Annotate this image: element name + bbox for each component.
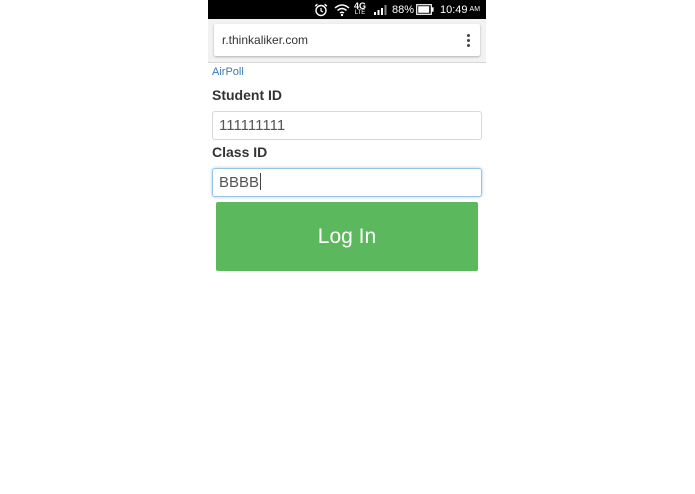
url-text[interactable]: r.thinkaliker.com (222, 24, 308, 56)
time: 10:49 (440, 3, 468, 16)
browser-toolbar: r.thinkaliker.com (208, 19, 486, 63)
signal-icon (373, 0, 389, 19)
url-bar[interactable]: r.thinkaliker.com (214, 24, 480, 56)
network-label: 4G (354, 0, 367, 11)
phone-screen: 4G LTE 88% 10:49 AM r.thinkaliker.com Ai… (208, 0, 486, 494)
status-bar: 4G LTE 88% 10:49 AM (208, 0, 486, 19)
class-id-value: BBBB (219, 174, 260, 191)
student-id-input[interactable]: 111111111 (212, 111, 482, 140)
student-id-label: Student ID (212, 87, 282, 103)
network-type: 4G LTE (354, 0, 366, 19)
student-id-value: 111111111 (219, 117, 286, 134)
overflow-menu-icon[interactable] (462, 32, 474, 48)
time-ampm: AM (469, 6, 481, 13)
class-id-input[interactable]: BBBB (212, 168, 482, 197)
text-caret (260, 173, 262, 190)
login-button[interactable]: Log In (216, 202, 478, 271)
alarm-icon (314, 0, 328, 19)
clock: 10:49 AM (440, 0, 480, 19)
wifi-icon (334, 0, 350, 19)
battery-percent: 88% (392, 3, 415, 16)
network-sublabel: LTE (354, 9, 366, 16)
class-id-label: Class ID (212, 144, 268, 160)
battery-icon (416, 0, 434, 19)
brand-link[interactable]: AirPoll (212, 66, 244, 78)
